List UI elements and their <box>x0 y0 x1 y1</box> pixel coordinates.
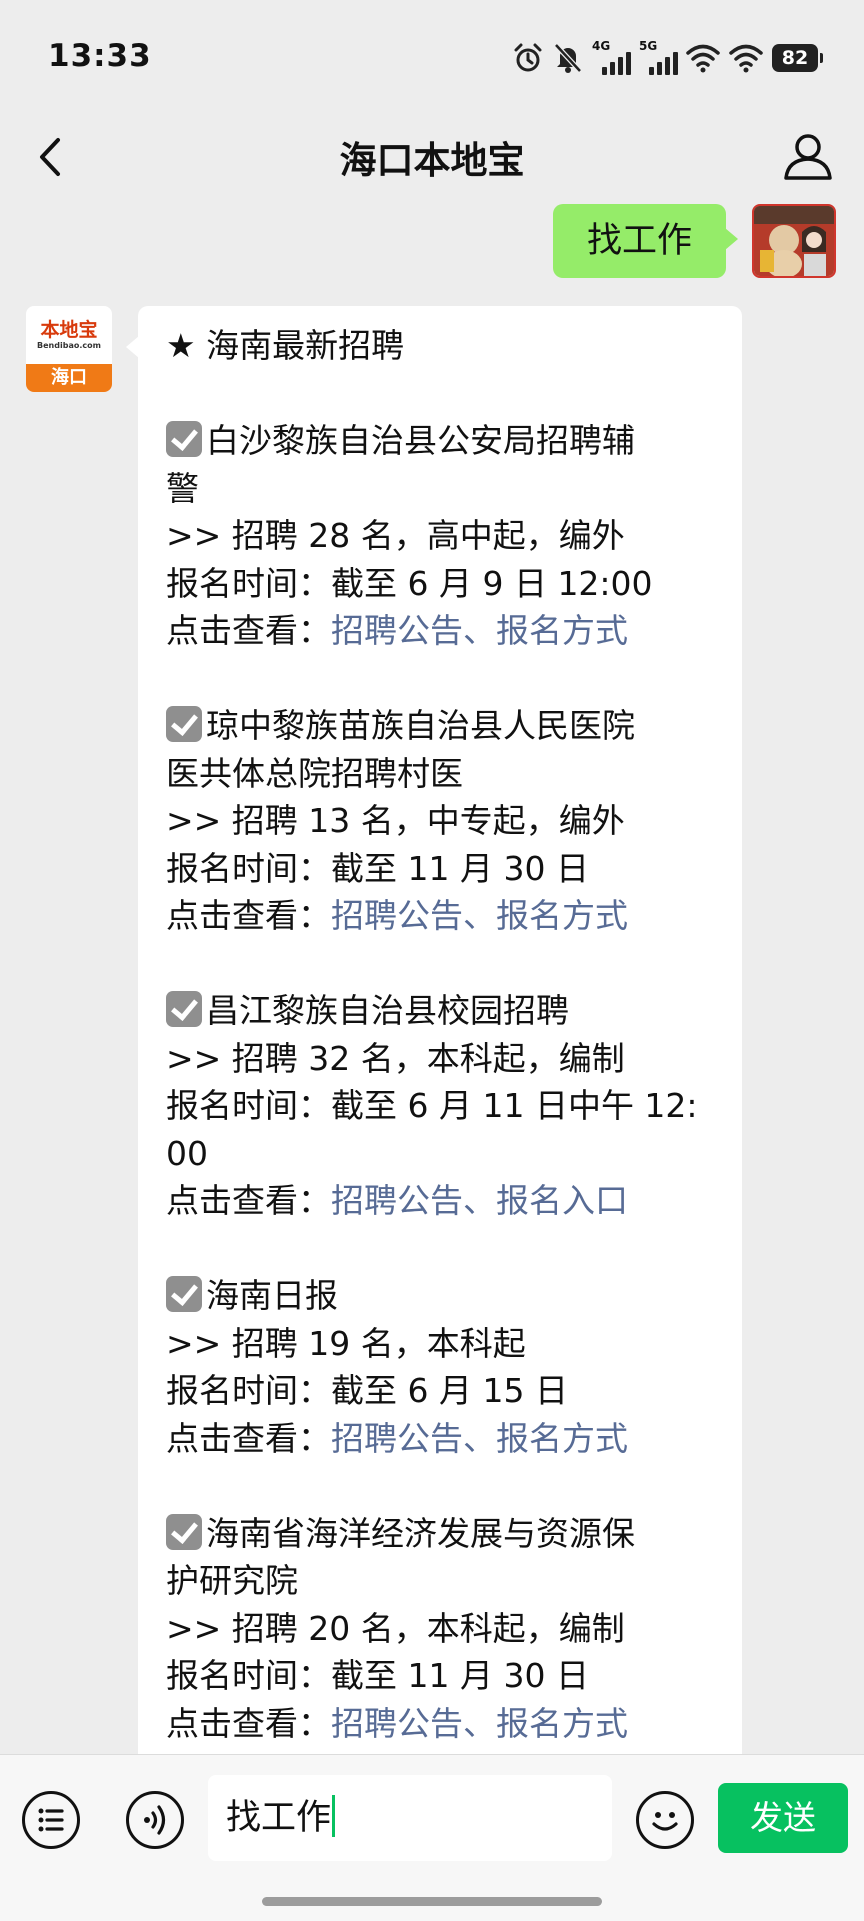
input-bar: 找工作 发送 <box>0 1754 864 1921</box>
wifi-icon <box>686 44 720 73</box>
bot-brand-sub: Bendibao.com <box>37 341 101 350</box>
job-title-text: 护研究院 <box>166 1561 298 1600</box>
job-view-row: 点击查看：招聘公告、报名方式 <box>166 892 716 940</box>
signal-4g-icon: 4G <box>592 39 631 75</box>
bot-city: 海口 <box>26 364 112 392</box>
job-title-text: 海南日报 <box>206 1276 338 1315</box>
job-item: 海南日报 >> 招聘 19 名，本科起 报名时间：截至 6 月 15 日点击查看：招… <box>166 1272 716 1462</box>
job-detail: >> 招聘 19 名，本科起 <box>166 1323 526 1363</box>
job-view-link[interactable]: 招聘公告、报名方式 <box>331 896 628 935</box>
job-view-row: 点击查看：招聘公告、报名方式 <box>166 1700 716 1748</box>
check-icon <box>166 706 202 742</box>
job-title-line: 琼中黎族苗族自治县人民医院 <box>166 702 716 750</box>
job-detail: >> 招聘 28 名，高中起，编外 <box>166 516 625 555</box>
network-label-1: 4G <box>592 39 611 53</box>
job-deadline: 报名时间：截至 6 月 9 日 12:00 <box>166 563 653 603</box>
job-title-text: 昌江黎族自治县校园招聘 <box>206 991 569 1030</box>
emoji-button[interactable] <box>636 1791 694 1849</box>
job-title-text: 白沙黎族自治县公安局招聘辅 <box>206 421 635 460</box>
signal-5g-icon: 5G <box>639 39 678 75</box>
job-view-link[interactable]: 招聘公告、报名方式 <box>331 1704 628 1743</box>
check-icon <box>166 1513 202 1550</box>
job-title-text: 海南省海洋经济发展与资源保 <box>206 1513 635 1553</box>
message-heading: ★ 海南最新招聘 <box>166 326 405 365</box>
menu-button[interactable] <box>22 1791 80 1849</box>
check-icon <box>166 991 202 1027</box>
chat-header: 海口本地宝 <box>0 112 864 204</box>
page-title: 海口本地宝 <box>339 139 525 182</box>
menu-list-icon <box>38 1808 64 1832</box>
check-icon <box>166 421 202 457</box>
job-view-row: 点击查看：招聘公告、报名方式 <box>166 607 716 655</box>
job-view-label: 点击查看： <box>166 611 331 650</box>
home-indicator[interactable] <box>262 1897 602 1906</box>
job-title-line: 海南日报 <box>166 1272 716 1320</box>
battery-icon: 82 <box>772 44 823 72</box>
bot-brand: 本地宝 <box>40 319 98 341</box>
job-deadline: 报名时间：截至 11 月 30 日 <box>166 848 589 888</box>
check-icon <box>166 1276 202 1312</box>
job-view-link[interactable]: 招聘公告、报名方式 <box>331 1419 628 1458</box>
job-title-text: 医共体总院招聘村医 <box>166 753 463 793</box>
bot-avatar-logo: 本地宝 Bendibao.com <box>26 306 112 364</box>
job-view-label: 点击查看： <box>166 1418 331 1458</box>
chat-area[interactable]: 找工作 本地宝 Bendibao.com 海口 ★ 海南最新招聘 白沙黎族自治县… <box>0 204 864 1754</box>
job-title-line: 警 <box>166 465 716 513</box>
bot-avatar[interactable]: 本地宝 Bendibao.com 海口 <box>26 306 112 392</box>
voice-button[interactable] <box>126 1791 184 1849</box>
job-deadline: 报名时间：截至 6 月 11 日中午 12: <box>166 1086 698 1125</box>
alarm-icon <box>514 43 542 72</box>
job-title-line: 医共体总院招聘村医 <box>166 750 716 798</box>
job-item: 海南省海洋经济发展与资源保护研究院 >> 招聘 20 名，本科起，编制 报名时间：截… <box>166 1510 716 1748</box>
send-button[interactable]: 发送 <box>718 1783 848 1853</box>
job-title-line: 护研究院 <box>166 1557 716 1605</box>
message-input-value: 找工作 <box>226 1798 332 1838</box>
outgoing-message: 找工作 <box>552 204 836 278</box>
incoming-message: 本地宝 Bendibao.com 海口 ★ 海南最新招聘 白沙黎族自治县公安局招… <box>26 306 742 1754</box>
user-avatar-image <box>754 206 834 276</box>
job-title-line: 昌江黎族自治县校园招聘 <box>166 987 716 1035</box>
battery-level: 82 <box>781 47 809 69</box>
user-avatar[interactable] <box>752 204 836 278</box>
job-deadline: 报名时间：截至 6 月 15 日 <box>166 1371 568 1410</box>
job-title-text: 琼中黎族苗族自治县人民医院 <box>206 706 635 745</box>
job-view-label: 点击查看： <box>166 1703 331 1743</box>
job-detail: >> 招聘 13 名，中专起，编外 <box>166 801 625 840</box>
status-icons: 4G 5G 82 <box>512 38 823 78</box>
job-title-text: 警 <box>166 468 199 508</box>
input-caret <box>332 1795 336 1837</box>
job-title-line: 白沙黎族自治县公安局招聘辅 <box>166 417 716 465</box>
job-item: 琼中黎族苗族自治县人民医院医共体总院招聘村医 >> 招聘 13 名，中专起，编外报… <box>166 702 716 940</box>
job-deadline: 00 <box>166 1133 208 1173</box>
job-detail: >> 招聘 32 名，本科起，编制 <box>166 1038 625 1078</box>
job-view-label: 点击查看： <box>166 896 331 935</box>
job-item: 昌江黎族自治县校园招聘 >> 招聘 32 名，本科起，编制报名时间：截至 6 月 … <box>166 987 716 1225</box>
job-view-label: 点击查看： <box>166 1181 331 1220</box>
profile-icon[interactable] <box>780 128 836 184</box>
message-input[interactable]: 找工作 <box>208 1775 612 1861</box>
job-deadline: 报名时间：截至 11 月 30 日 <box>166 1656 589 1695</box>
job-view-row: 点击查看：招聘公告、报名入口 <box>166 1177 716 1225</box>
network-label-2: 5G <box>639 39 658 53</box>
job-view-row: 点击查看：招聘公告、报名方式 <box>166 1415 716 1463</box>
outgoing-bubble[interactable]: 找工作 <box>552 204 739 278</box>
job-detail: >> 招聘 20 名，本科起，编制 <box>166 1608 625 1648</box>
status-time: 13:33 <box>48 38 152 74</box>
incoming-bubble[interactable]: ★ 海南最新招聘 白沙黎族自治县公安局招聘辅警 >> 招聘 28 名，高中起，编外… <box>126 306 742 1754</box>
job-view-link[interactable]: 招聘公告、报名入口 <box>331 1181 628 1220</box>
status-bar: 13:33 4G 5G 82 <box>0 0 864 112</box>
mute-bell-icon <box>554 43 582 73</box>
job-title-line: 海南省海洋经济发展与资源保 <box>166 1510 716 1558</box>
job-item: 白沙黎族自治县公安局招聘辅警 >> 招聘 28 名，高中起，编外 报名时间：截至 6… <box>166 417 716 655</box>
wifi-icon-2 <box>729 44 763 73</box>
job-view-link[interactable]: 招聘公告、报名方式 <box>331 611 628 650</box>
voice-icon <box>144 1805 166 1835</box>
emoji-icon <box>652 1812 678 1831</box>
